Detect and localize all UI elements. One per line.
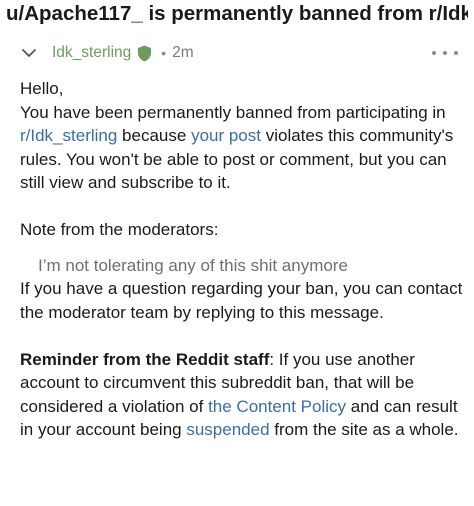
ban-text-2: because (117, 126, 192, 145)
your-post-link[interactable]: your post (191, 126, 261, 145)
note-heading: Note from the moderators: (20, 220, 219, 239)
separator-dot: • (161, 45, 167, 61)
content-policy-link[interactable]: the Content Policy (208, 397, 346, 416)
subreddit-link[interactable]: r/Idk_sterling (20, 126, 117, 145)
ban-text-1: You have been permanently banned from pa… (20, 102, 446, 122)
message-age: 2m (172, 44, 194, 61)
more-dot (432, 51, 436, 55)
moderator-note-quote: I’m not tolerating any of this shit anym… (38, 255, 348, 275)
reminder-paragraph: Reminder from the Reddit staff: If you u… (20, 348, 468, 442)
author-name[interactable]: Idk_sterling (52, 44, 131, 62)
more-options-icon[interactable] (432, 44, 458, 62)
message-body: Hello, You have been permanently banned … (20, 77, 468, 442)
question-paragraph: If you have a question regarding your ba… (20, 279, 463, 322)
more-dot (443, 51, 447, 55)
more-dot (454, 51, 458, 55)
chevron-down-icon[interactable] (22, 43, 42, 63)
greeting: Hello, (20, 79, 64, 98)
ban-paragraph: You have been permanently banned from pa… (20, 101, 468, 195)
message-meta: Idk_sterling • 2m (22, 42, 194, 64)
reminder-heading: Reminder from the Reddit staff (20, 349, 270, 369)
shield-icon (137, 44, 153, 62)
message-title: u/Apache117_ is permanently banned from … (6, 2, 468, 25)
suspended-link[interactable]: suspended (186, 420, 269, 439)
message-view: u/Apache117_ is permanently banned from … (0, 0, 474, 506)
reminder-text-3: from the site as a whole. (269, 420, 459, 439)
